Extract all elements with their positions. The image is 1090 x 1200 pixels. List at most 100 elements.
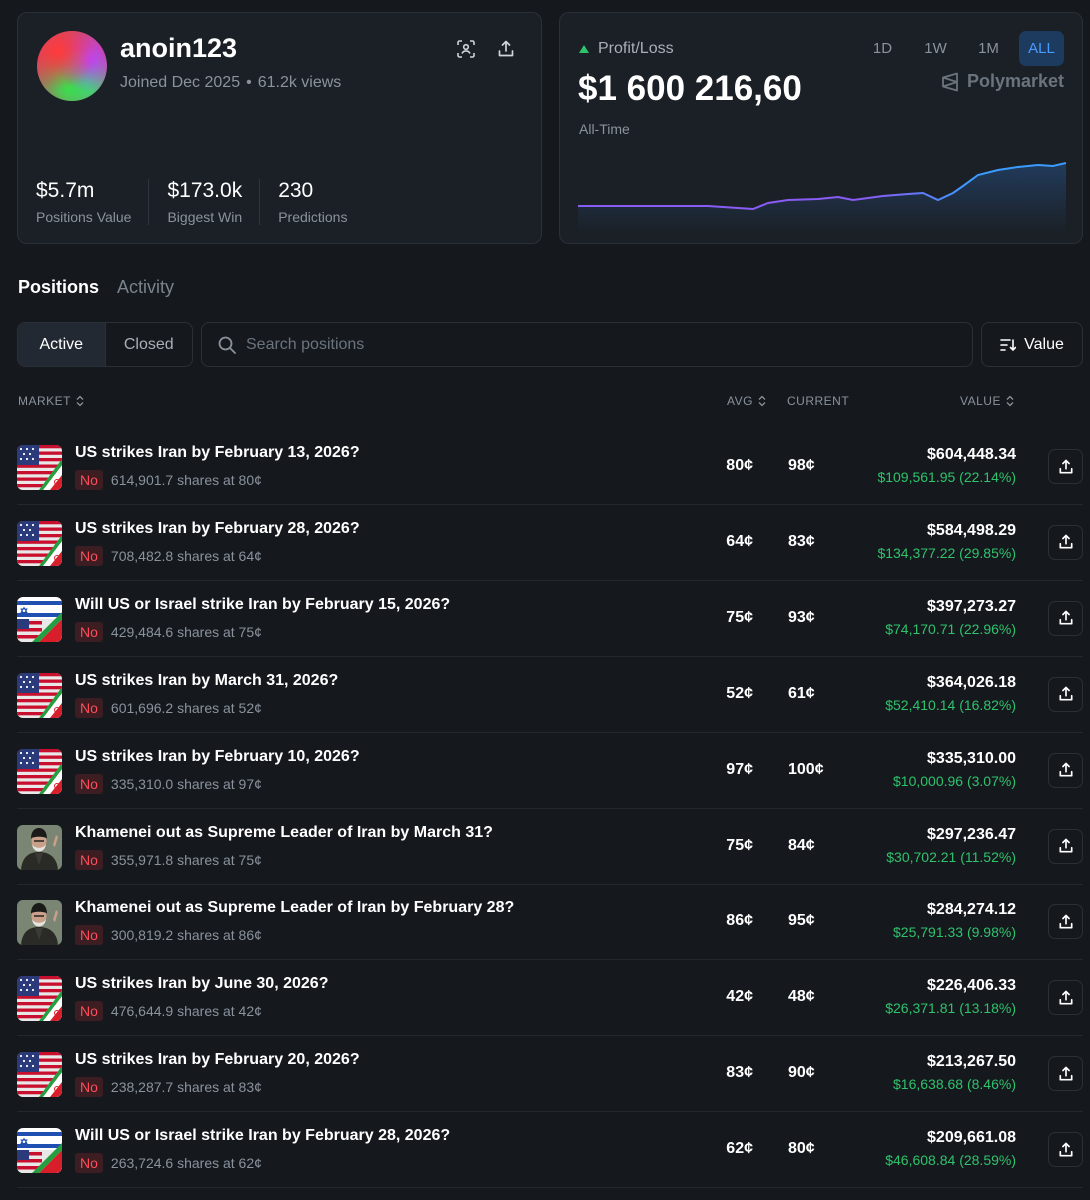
sort-button[interactable]: Value (981, 322, 1083, 367)
position-pnl: $109,561.95 (22.14%) (877, 469, 1016, 485)
shares-text: 300,819.2 shares at 86¢ (110, 927, 262, 944)
pnl-label: Profit/Loss (579, 40, 674, 58)
current-price: 93¢ (788, 608, 815, 626)
filter-active[interactable]: Active (18, 323, 106, 366)
market-title[interactable]: US strikes Iran by February 20, 2026? (75, 1051, 360, 1069)
range-tab-1m[interactable]: 1M (966, 31, 1011, 66)
table-row[interactable]: Khamenei out as Supreme Leader of Iran b… (17, 884, 1083, 961)
header-value[interactable]: VALUE (960, 394, 1014, 408)
sort-chevrons-icon (758, 395, 766, 407)
position-details: No 614,901.7 shares at 80¢ (75, 470, 262, 490)
profile-meta: Joined Dec 2025 • 61.2k views (120, 74, 341, 92)
scan-icon[interactable] (455, 38, 477, 60)
market-title[interactable]: Will US or Israel strike Iran by Februar… (75, 596, 450, 614)
share-position-button[interactable] (1048, 1056, 1083, 1092)
market-title[interactable]: US strikes Iran by June 30, 2026? (75, 975, 328, 993)
stat-value: $5.7m (36, 179, 95, 202)
market-title[interactable]: US strikes Iran by February 10, 2026? (75, 748, 360, 766)
position-pnl: $30,702.21 (11.52%) (886, 848, 1016, 865)
outcome-badge: No (75, 1077, 103, 1098)
header-avg[interactable]: AVG (727, 394, 766, 408)
search-box (201, 322, 973, 367)
avatar[interactable] (37, 31, 107, 101)
position-pnl: $74,170.71 (22.96%) (885, 620, 1016, 637)
section-tabs: Positions Activity (18, 277, 192, 298)
market-title[interactable]: US strikes Iran by February 13, 2026? (75, 444, 360, 462)
table-row[interactable]: Will US or Israel strike Iran by Februar… (17, 1112, 1083, 1189)
outcome-badge: No (75, 773, 103, 794)
share-icon (1058, 686, 1073, 701)
filter-closed[interactable]: Closed (106, 323, 193, 366)
share-position-button[interactable] (1048, 828, 1083, 864)
current-price: 95¢ (788, 912, 815, 930)
israel-us-iran-flag-icon (17, 1128, 62, 1174)
market-title[interactable]: US strikes Iran by March 31, 2026? (75, 672, 338, 690)
share-icon (1058, 762, 1073, 777)
market-title[interactable]: Khamenei out as Supreme Leader of Iran b… (75, 824, 493, 842)
share-position-button[interactable] (1048, 449, 1083, 484)
table-row[interactable]: Khamenei out as Supreme Leader of Iran b… (17, 809, 1083, 885)
outcome-badge: No (75, 925, 103, 946)
share-position-button[interactable] (1048, 524, 1083, 560)
outcome-badge: No (75, 1153, 103, 1174)
tab-positions[interactable]: Positions (18, 277, 99, 298)
outcome-badge: No (75, 545, 103, 566)
table-row[interactable]: US strikes Iran by March 31, 2026? No 60… (17, 657, 1083, 733)
search-input[interactable] (246, 335, 846, 354)
current-price: 100¢ (788, 760, 824, 778)
current-price: 83¢ (788, 532, 815, 550)
table-row[interactable]: Will US or Israel strike Iran by Februar… (17, 581, 1083, 657)
position-pnl: $10,000.96 (3.07%) (893, 772, 1016, 789)
sort-icon (1000, 338, 1017, 351)
position-pnl: $46,608.84 (28.59%) (885, 1152, 1016, 1169)
market-title[interactable]: Khamenei out as Supreme Leader of Iran b… (75, 899, 514, 917)
polymarket-logo-icon (942, 72, 958, 91)
market-title[interactable]: Will US or Israel strike Iran by Februar… (75, 1127, 450, 1145)
avg-price: 52¢ (726, 684, 753, 702)
table-row[interactable]: US strikes Iran by February 28, 2026? No… (17, 505, 1083, 581)
table-row[interactable]: US strikes Iran by February 10, 2026? No… (17, 733, 1083, 809)
stat-biggest-win: $173.0k Biggest Win (167, 179, 261, 225)
position-pnl: $52,410.14 (16.82%) (885, 696, 1016, 713)
share-icon (1058, 914, 1073, 929)
position-details: No 601,696.2 shares at 52¢ (75, 697, 262, 718)
share-position-button[interactable] (1048, 676, 1083, 712)
stat-value: $173.0k (167, 179, 243, 202)
share-icon[interactable] (495, 38, 517, 60)
range-tab-1w[interactable]: 1W (913, 31, 958, 66)
share-position-button[interactable] (1048, 904, 1083, 940)
avg-price: 62¢ (726, 1140, 753, 1158)
table-row[interactable]: US strikes Iran by February 20, 2026? No… (17, 1036, 1083, 1113)
range-tab-1d[interactable]: 1D (860, 31, 905, 66)
position-value: $584,498.29 (927, 521, 1016, 539)
header-avg-label: AVG (727, 394, 753, 408)
range-tab-all[interactable]: ALL (1019, 31, 1064, 66)
table-row[interactable]: US strikes Iran by February 13, 2026? No… (17, 429, 1083, 505)
share-position-button[interactable] (1048, 980, 1083, 1016)
share-position-button[interactable] (1048, 600, 1083, 636)
outcome-badge: No (75, 621, 103, 642)
outcome-badge: No (75, 470, 103, 490)
share-icon (1058, 838, 1073, 853)
position-pnl: $26,371.81 (13.18%) (885, 1000, 1016, 1017)
header-market[interactable]: MARKET (18, 394, 84, 408)
current-price: 80¢ (788, 1140, 815, 1158)
share-icon (1058, 459, 1073, 474)
shares-text: 263,724.6 shares at 62¢ (110, 1155, 262, 1172)
range-tabs: 1D 1W 1M ALL (852, 31, 1064, 66)
position-value: $297,236.47 (927, 825, 1016, 843)
brand-name: Polymarket (966, 71, 1064, 91)
shares-text: 429,484.6 shares at 75¢ (110, 623, 262, 640)
position-value: $226,406.33 (927, 977, 1016, 995)
tab-activity[interactable]: Activity (117, 277, 174, 298)
table-row[interactable]: US strikes Iran by June 30, 2026? No 476… (17, 960, 1083, 1037)
position-value: $364,026.18 (927, 673, 1016, 691)
share-position-button[interactable] (1048, 1132, 1083, 1168)
position-value: $604,448.34 (927, 446, 1016, 463)
current-price: 61¢ (788, 684, 815, 702)
us-iran-flag-icon (17, 748, 62, 794)
market-title[interactable]: US strikes Iran by February 28, 2026? (75, 520, 360, 538)
up-triangle-icon (579, 45, 589, 53)
share-position-button[interactable] (1048, 752, 1083, 788)
sort-chevrons-icon (1006, 395, 1014, 407)
